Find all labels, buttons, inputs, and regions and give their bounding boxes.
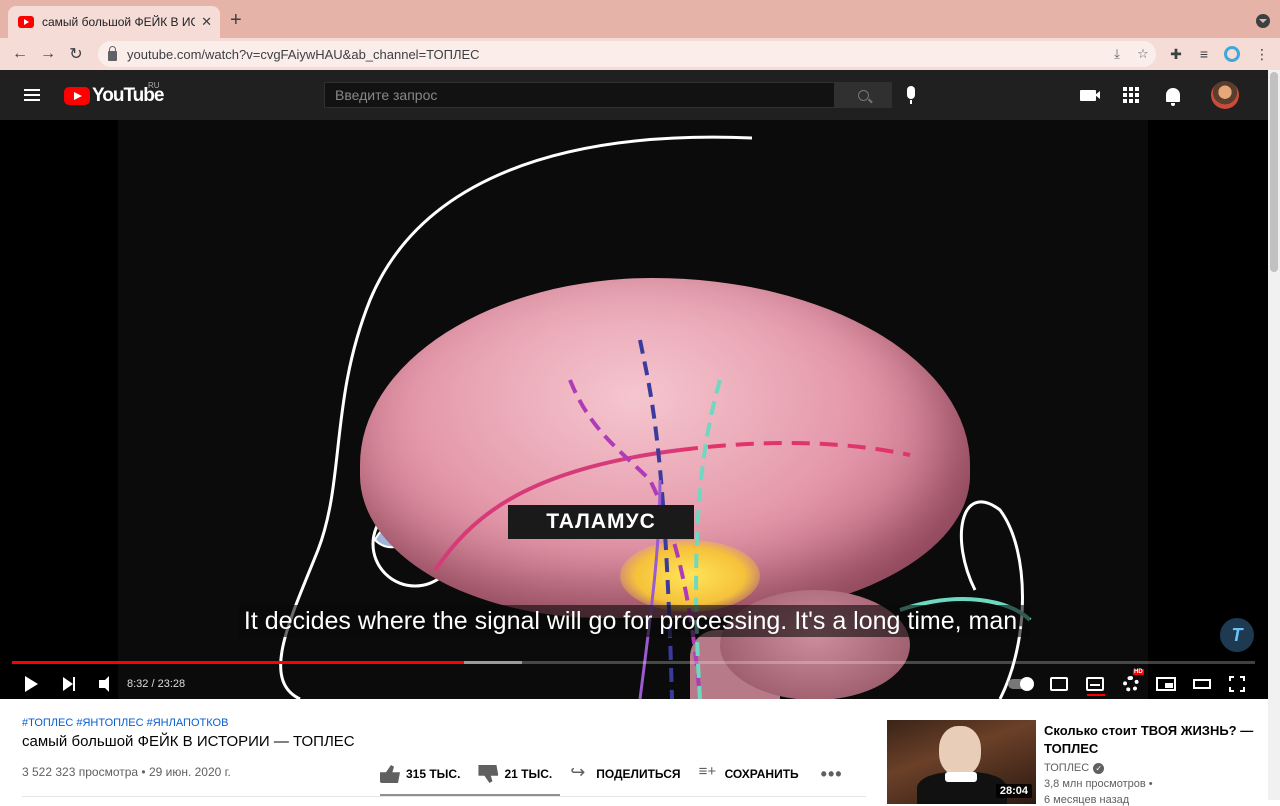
info-divider	[22, 796, 866, 797]
recommended-channel[interactable]: ТОПЛЕС ✓	[1044, 762, 1104, 774]
media-control-icon[interactable]: ≡	[1192, 42, 1216, 66]
account-avatar[interactable]	[1211, 81, 1239, 109]
youtube-favicon-icon	[18, 16, 34, 28]
youtube-logo[interactable]: YouTube RU	[64, 85, 163, 107]
create-video-icon[interactable]	[1076, 83, 1100, 107]
search-button[interactable]	[835, 82, 892, 108]
player-controls: 8:32 / 23:28 HD	[0, 668, 1268, 698]
browser-toolbar: ← → ↻ youtube.com/watch?v=cvgFAiywHAU&ab…	[0, 38, 1280, 70]
autoplay-toggle[interactable]	[1008, 672, 1032, 696]
like-count: 315 ТЫС.	[406, 767, 460, 781]
save-button[interactable]: СОХРАНИТЬ	[699, 765, 799, 783]
recommended-age: 6 месяцев назад	[1044, 794, 1129, 806]
caption-text: It decides where the signal will go for …	[238, 605, 1030, 637]
more-actions-icon[interactable]: •••	[821, 764, 843, 785]
recommended-views: 3,8 млн просмотров •	[1044, 778, 1153, 790]
theater-mode-button[interactable]	[1190, 672, 1214, 696]
apps-grid-icon[interactable]	[1119, 83, 1143, 107]
audio-track-icon	[1050, 677, 1068, 691]
dislike-button[interactable]: 21 ТЫС.	[478, 765, 552, 783]
page-scrollbar[interactable]	[1268, 70, 1280, 800]
browser-tab[interactable]: самый большой ФЕЙК В ИСТОРИИ — ТОПЛЕС ✕	[8, 6, 220, 38]
mute-button[interactable]	[90, 672, 114, 696]
progress-bar[interactable]	[12, 661, 1255, 664]
close-tab-icon[interactable]: ✕	[201, 14, 212, 30]
video-title: самый большой ФЕЙК В ИСТОРИИ — ТОПЛЕС	[22, 733, 355, 750]
recommended-channel-name: ТОПЛЕС	[1044, 762, 1089, 774]
video-hashtags[interactable]: #ТОПЛЕС #ЯНТОПЛЕС #ЯНЛАПОТКОВ	[22, 717, 228, 729]
recommended-duration: 28:04	[996, 784, 1032, 798]
url-text[interactable]: youtube.com/watch?v=cvgFAiywHAU&ab_chann…	[127, 47, 1104, 62]
audio-description-button[interactable]	[1047, 672, 1071, 696]
notifications-bell-icon[interactable]	[1161, 83, 1185, 107]
video-actions: 315 ТЫС. 21 ТЫС. ПОДЕЛИТЬСЯ СОХРАНИТЬ ••…	[380, 764, 843, 784]
install-app-icon[interactable]: ⤓	[1104, 46, 1130, 62]
search-icon	[858, 90, 869, 101]
thumbs-up-icon	[380, 765, 400, 783]
recommended-title[interactable]: Сколько стоит ТВОЯ ЖИЗНЬ? — ТОПЛЕС	[1044, 722, 1254, 758]
scrollbar-thumb[interactable]	[1270, 72, 1278, 272]
next-button[interactable]	[57, 672, 81, 696]
theater-icon	[1193, 679, 1211, 689]
new-tab-button[interactable]: +	[230, 10, 242, 30]
forward-button[interactable]: →	[34, 40, 62, 68]
bookmark-star-icon[interactable]: ☆	[1130, 46, 1156, 62]
tab-title: самый большой ФЕЙК В ИСТОРИИ — ТОПЛЕС	[42, 15, 195, 29]
recommended-video[interactable]: 28:04 Сколько стоит ТВОЯ ЖИЗНЬ? — ТОПЛЕС…	[887, 720, 1267, 800]
dislike-count: 21 ТЫС.	[504, 767, 552, 781]
extensions-puzzle-icon[interactable]: ✚	[1164, 42, 1188, 66]
time-display: 8:32 / 23:28	[127, 678, 185, 690]
fullscreen-icon	[1229, 676, 1245, 692]
settings-button[interactable]	[1119, 672, 1143, 696]
hd-badge: HD	[1133, 669, 1144, 675]
miniplayer-button[interactable]	[1154, 672, 1178, 696]
video-meta: 3 522 323 просмотра • 29 июн. 2020 г.	[22, 765, 231, 779]
play-button[interactable]	[19, 672, 43, 696]
address-bar[interactable]: youtube.com/watch?v=cvgFAiywHAU&ab_chann…	[98, 41, 1156, 67]
search-input[interactable]: Введите запрос	[324, 82, 835, 108]
share-button[interactable]: ПОДЕЛИТЬСЯ	[570, 765, 680, 783]
miniplayer-icon	[1156, 677, 1176, 691]
browser-tab-strip: самый большой ФЕЙК В ИСТОРИИ — ТОПЛЕС ✕ …	[0, 0, 1280, 38]
channel-watermark[interactable]: T	[1220, 618, 1254, 652]
save-label: СОХРАНИТЬ	[725, 767, 799, 781]
menu-icon[interactable]	[24, 89, 40, 101]
subtitle-caption: It decides where the signal will go for …	[0, 607, 1268, 636]
volume-icon	[99, 680, 105, 688]
subtitles-active-indicator	[1087, 694, 1105, 696]
autoplay-toggle-icon	[1008, 679, 1032, 689]
like-button[interactable]: 315 ТЫС.	[380, 765, 460, 783]
next-icon	[63, 677, 75, 691]
youtube-play-icon	[64, 87, 90, 105]
profile-extension-icon[interactable]	[1220, 42, 1244, 66]
video-player[interactable]: ТАЛАМУС It decides where the signal will…	[0, 120, 1268, 699]
share-icon	[570, 765, 590, 783]
reload-button[interactable]: ↻	[62, 40, 90, 68]
youtube-masthead: YouTube RU Введите запрос	[0, 70, 1268, 120]
gear-icon	[1123, 676, 1139, 692]
fullscreen-button[interactable]	[1225, 672, 1249, 696]
microphone-icon[interactable]	[907, 86, 915, 99]
progress-played	[12, 661, 464, 664]
subtitles-icon	[1086, 677, 1104, 691]
subtitles-button[interactable]	[1083, 672, 1107, 696]
region-code: RU	[148, 81, 160, 90]
share-label: ПОДЕЛИТЬСЯ	[596, 767, 680, 781]
playlist-add-icon	[699, 765, 719, 783]
tab-search-icon[interactable]	[1256, 14, 1270, 28]
lock-icon[interactable]	[108, 51, 117, 61]
play-icon	[25, 676, 38, 692]
recommended-thumbnail[interactable]: 28:04	[887, 720, 1036, 804]
thumbs-down-icon	[478, 765, 498, 783]
verified-check-icon: ✓	[1093, 763, 1104, 774]
back-button[interactable]: ←	[6, 40, 34, 68]
thalamus-label: ТАЛАМУС	[508, 505, 694, 539]
browser-menu-icon[interactable]: ⋮	[1250, 42, 1274, 66]
